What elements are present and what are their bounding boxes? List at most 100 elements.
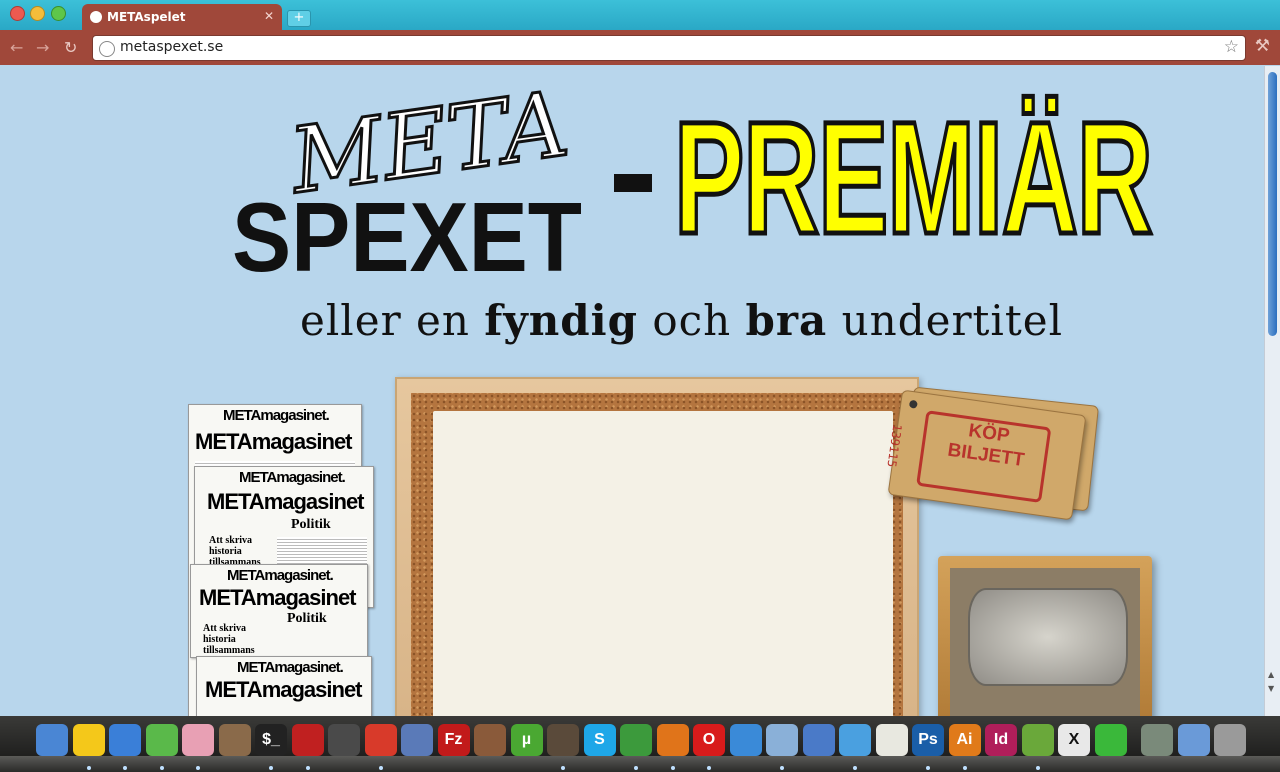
virtualbox-icon[interactable] (766, 724, 798, 756)
downloads-stack-icon[interactable] (1141, 724, 1173, 756)
logo-spexet-text: SPEXET (232, 182, 582, 286)
new-tab-button[interactable]: + (287, 10, 311, 27)
corkboard-paper (433, 411, 893, 716)
magazine-masthead: METAmagasinet. (227, 567, 334, 584)
buy-ticket-button[interactable]: 139115 139115 KÖP BILJETT (884, 386, 1100, 522)
tv-screen (968, 588, 1128, 686)
tab-title: METAspelet (107, 10, 186, 24)
address-bar[interactable]: metaspexet.se ☆ (92, 35, 1246, 61)
subtitle-part: fyndig (484, 296, 638, 345)
pin-icon (908, 399, 918, 409)
tv-body (950, 568, 1140, 716)
magazine-section: Politik (287, 611, 327, 626)
premiar-headline: PREMIÄR (672, 86, 1154, 270)
tab-metaspelet[interactable]: METAspelet ✕ (82, 4, 282, 30)
running-indicator (123, 766, 127, 770)
chrome-icon[interactable] (620, 724, 652, 756)
window-titlebar: METAspelet ✕ + (0, 0, 1280, 30)
xquartz-icon[interactable] (1094, 724, 1127, 756)
bookmark-star-icon[interactable]: ☆ (1224, 37, 1239, 57)
magazine-masthead: METAmagasinet (195, 429, 353, 454)
page-subtitle: eller en fyndig och bra undertitel (300, 296, 1063, 345)
xcode-icon[interactable] (802, 724, 835, 756)
magazine-masthead: METAmagasinet. (223, 407, 330, 424)
running-indicator (962, 766, 967, 770)
running-indicator (561, 766, 565, 770)
globe-icon (90, 11, 102, 23)
utorrent-icon[interactable]: µ (510, 724, 543, 756)
window-close-button[interactable] (10, 6, 25, 21)
subtitle-part: eller en (300, 296, 485, 345)
steam-icon[interactable] (328, 724, 360, 756)
back-arrow-icon[interactable]: ← (10, 38, 23, 57)
trash-icon[interactable] (1214, 724, 1246, 756)
spotify-icon[interactable] (145, 724, 178, 756)
magazine-masthead: METAmagasinet (199, 585, 357, 610)
magazine-cover[interactable]: METAmagasinet. METAmagasinet (196, 656, 372, 716)
subtitle-part: undertitel (827, 296, 1063, 345)
running-indicator (378, 766, 383, 770)
evernote-icon[interactable] (1021, 724, 1054, 756)
firefox-icon[interactable] (656, 724, 689, 756)
address-url[interactable]: metaspexet.se (120, 39, 223, 55)
finder-icon[interactable] (36, 724, 68, 756)
coffee-icon[interactable] (547, 724, 579, 756)
reload-icon[interactable]: ↻ (64, 38, 77, 57)
network-folder-icon[interactable] (1177, 724, 1210, 756)
textedit-icon[interactable] (875, 724, 908, 756)
magazine-masthead: METAmagasinet. (239, 469, 346, 486)
running-indicator (780, 766, 784, 770)
iphoto-icon[interactable] (218, 724, 251, 756)
running-indicator (159, 766, 164, 770)
page-content: META SPEXET PREMIÄR eller en fyndig och … (0, 66, 1264, 716)
photoshop-icon[interactable]: Ps (912, 724, 944, 756)
tv-set[interactable] (938, 556, 1152, 716)
pie-app-icon[interactable] (182, 724, 214, 756)
window-minimize-button[interactable] (30, 6, 45, 21)
magazine-stack[interactable]: METAmagasinet. METAmagasinet METAmagasin… (188, 404, 378, 716)
x11-icon[interactable]: X (1058, 724, 1090, 756)
tab-close-icon[interactable]: ✕ (264, 9, 274, 23)
scroll-down-arrow-icon[interactable]: ▼ (1268, 684, 1274, 693)
running-indicator (634, 766, 638, 770)
scrollbar-thumb[interactable] (1268, 72, 1277, 336)
magazine-masthead: METAmagasinet (205, 677, 363, 702)
subtitle-part: och (637, 296, 746, 345)
running-indicator (1035, 766, 1040, 770)
magazine-masthead: METAmagasinet. (237, 659, 344, 676)
corkboard[interactable] (395, 377, 919, 716)
macos-dock: $_ Fz µ S O Ps Ai Id X (0, 716, 1280, 772)
window-zoom-button[interactable] (51, 6, 66, 21)
wrench-icon[interactable]: ⚒ (1255, 36, 1270, 56)
running-indicator (670, 766, 675, 770)
safari-icon[interactable] (729, 724, 762, 756)
terminal-icon[interactable]: $_ (255, 724, 287, 756)
opera-icon[interactable]: O (693, 724, 725, 756)
running-indicator (196, 766, 200, 770)
itunes-icon[interactable] (109, 724, 141, 756)
running-indicator (853, 766, 857, 770)
preview-icon[interactable] (401, 724, 433, 756)
magazine-headline: Att skriva historia tillsammans (203, 623, 255, 656)
magazine-cover[interactable]: METAmagasinet. METAmagasinet Politik Att… (190, 564, 368, 658)
metaspexet-logo[interactable]: META SPEXET (232, 86, 592, 286)
scroll-up-arrow-icon[interactable]: ▲ (1268, 670, 1274, 679)
running-indicator (86, 766, 91, 770)
basketball-icon[interactable] (474, 724, 506, 756)
filezilla-icon[interactable]: Fz (437, 724, 470, 756)
vertical-scrollbar[interactable]: ▲ ▼ (1264, 66, 1280, 716)
corkboard-surface (411, 393, 903, 716)
adium-duck-icon[interactable] (72, 724, 105, 756)
running-indicator (305, 766, 310, 770)
illustrator-icon[interactable]: Ai (948, 724, 981, 756)
fluid-icon[interactable] (839, 724, 871, 756)
skype-icon[interactable]: S (583, 724, 616, 756)
title-dash (614, 174, 652, 192)
magazine-section: Politik (291, 517, 331, 532)
photo-booth-icon[interactable] (291, 724, 324, 756)
running-indicator (269, 766, 273, 770)
indesign-icon[interactable]: Id (985, 724, 1017, 756)
mail-icon[interactable] (364, 724, 397, 756)
forward-arrow-icon[interactable]: → (36, 38, 49, 57)
browser-toolbar: ← → ↻ metaspexet.se ☆ ⚒ (0, 30, 1280, 65)
